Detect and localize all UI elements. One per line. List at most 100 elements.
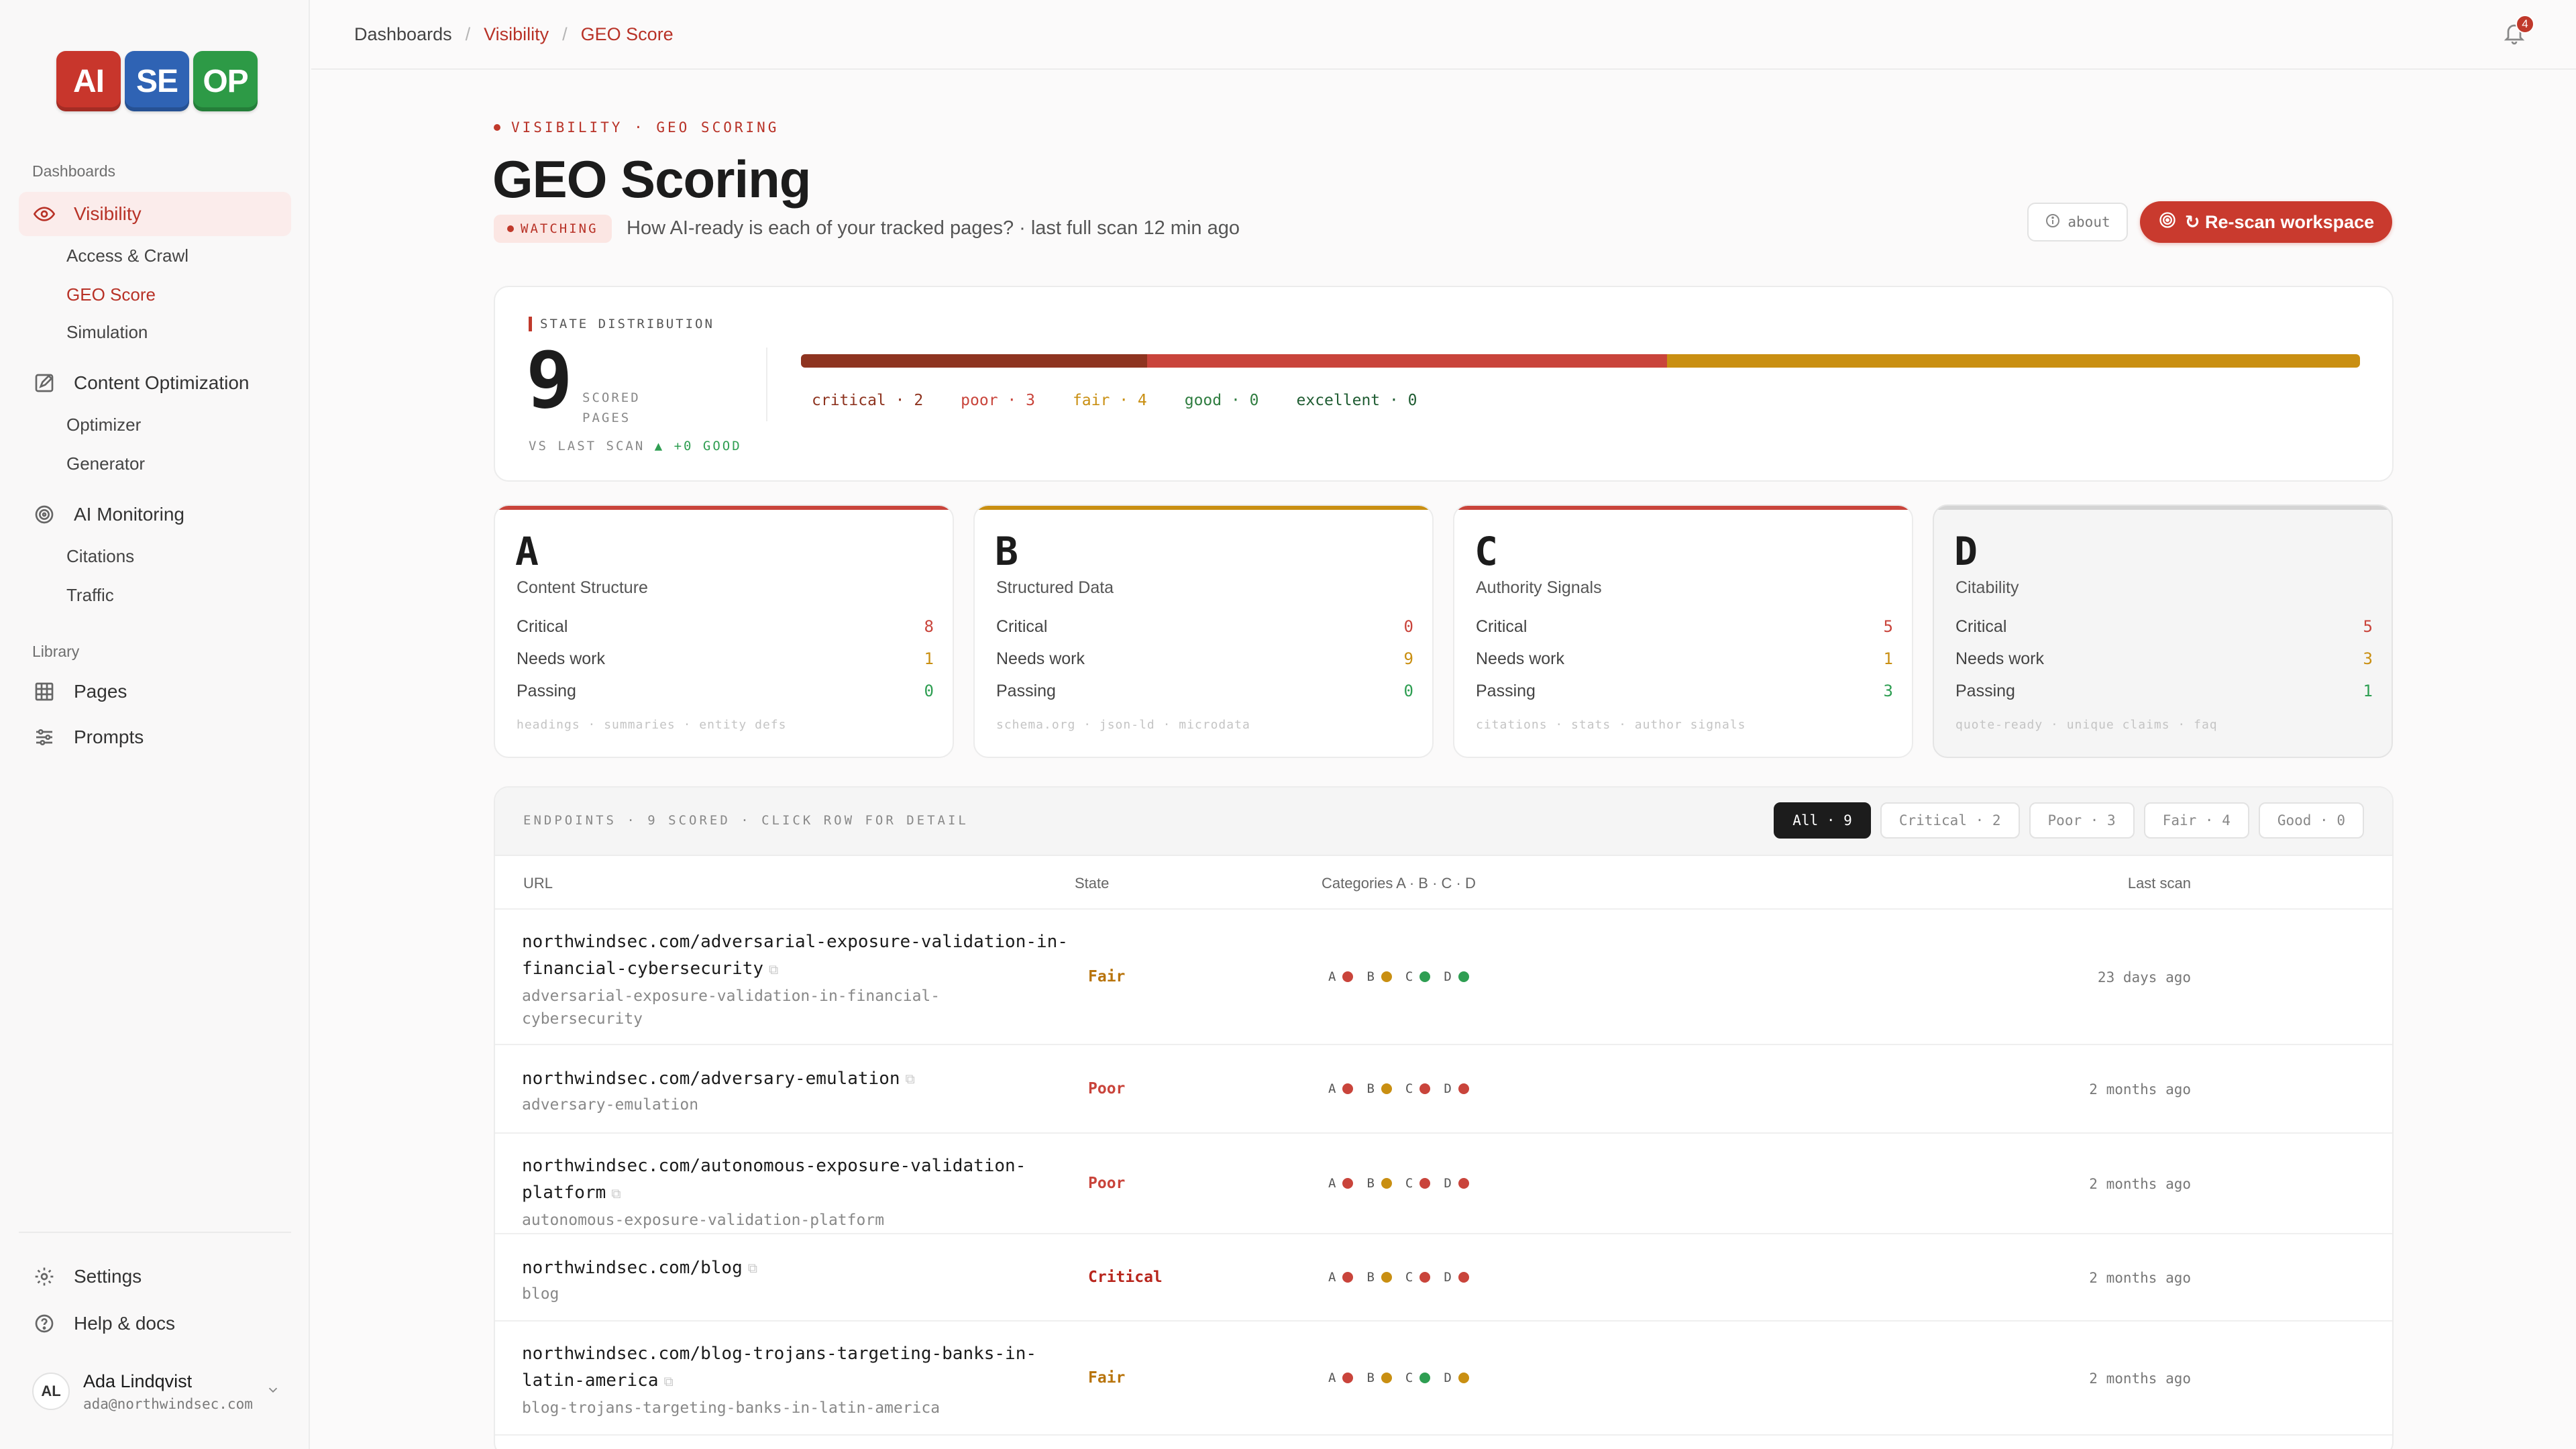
legend-critical[interactable]: critical · 2 (812, 392, 923, 409)
category-status-dot (1342, 1178, 1354, 1189)
endpoint-slug: autonomous-exposure-validation-platform (522, 1209, 1072, 1232)
endpoint-url[interactable]: northwindsec.com/adversarial-exposure-va… (522, 928, 1072, 983)
sidebar-item-prompts[interactable]: Prompts (19, 715, 291, 759)
sidebar-item-visibility[interactable]: Visibility (19, 192, 291, 236)
external-link-icon[interactable]: ⧉ (748, 1254, 757, 1281)
category-passing-count: 3 (1883, 682, 1893, 700)
category-dots: A B C D (1328, 1081, 1483, 1096)
breadcrumb-geo-score: GEO Score (580, 23, 674, 44)
sidebar-item-content-optimization[interactable]: Content Optimization (19, 361, 291, 405)
breadcrumb-dashboards[interactable]: Dashboards (354, 24, 452, 45)
status-dot-icon (494, 124, 500, 131)
sidebar-item-citations[interactable]: Citations (66, 546, 134, 567)
notifications-button[interactable]: 4 (2502, 15, 2534, 50)
external-link-icon[interactable]: ⧉ (664, 1373, 674, 1389)
category-status-dot (1419, 1373, 1431, 1383)
accent-bar (529, 317, 532, 331)
category-row-label: Critical (517, 617, 568, 636)
category-letter: A (515, 529, 539, 574)
legend-good[interactable]: good · 0 (1185, 392, 1259, 409)
table-row[interactable]: northwindsec.com/adversary-emulation ⧉ a… (495, 1044, 2392, 1132)
radar-icon (32, 502, 56, 527)
endpoint-url[interactable]: northwindsec.com/blog ⧉ (522, 1254, 1072, 1281)
sidebar-item-settings[interactable]: Settings (19, 1254, 291, 1299)
sidebar-item-help[interactable]: Help & docs (19, 1301, 291, 1346)
category-status-dot (1458, 971, 1469, 982)
external-link-icon[interactable]: ⧉ (906, 1065, 915, 1092)
legend-poor[interactable]: poor · 3 (961, 392, 1035, 409)
sidebar-item-generator[interactable]: Generator (66, 453, 145, 474)
filter-chip[interactable]: Critical · 2 (1880, 802, 2020, 839)
table-row[interactable]: northwindsec.com/adversarial-exposure-va… (495, 908, 2392, 1044)
state-badge: Fair (1088, 1369, 1126, 1387)
state-badge: Critical (1088, 1269, 1163, 1286)
category-card-a[interactable]: A Content Structure Critical 8 Needs wor… (494, 504, 954, 758)
sidebar-item-optimizer[interactable]: Optimizer (66, 415, 141, 435)
filter-chip[interactable]: Poor · 3 (2029, 802, 2135, 839)
category-hint: schema.org · json-ld · microdata (996, 718, 1250, 732)
user-menu[interactable]: AL Ada Lindqvist ada@northwindsec.com (32, 1364, 280, 1418)
column-header-state[interactable]: State (1075, 875, 1109, 892)
category-card-c[interactable]: C Authority Signals Critical 5 Needs wor… (1453, 504, 1913, 758)
sidebar: AI SE OP Dashboards Visibility Access & … (0, 0, 310, 1449)
page-eyebrow: VISIBILITY · GEO SCORING (494, 119, 779, 136)
category-status-dot (1419, 971, 1431, 982)
sidebar-item-traffic[interactable]: Traffic (66, 585, 114, 606)
sidebar-item-simulation[interactable]: Simulation (66, 322, 148, 343)
category-row-passing: Passing 0 (996, 682, 1413, 701)
sidebar-item-label: Pages (74, 681, 127, 702)
category-critical-count: 0 (1403, 617, 1413, 636)
endpoint-url[interactable]: northwindsec.com/adversary-emulation ⧉ (522, 1065, 1072, 1092)
category-row-passing: Passing 0 (517, 682, 934, 701)
endpoint-slug-line: adversarial-exposure-validation-in-finan… (522, 987, 941, 1005)
page-eyebrow-text: VISIBILITY · GEO SCORING (511, 119, 780, 136)
app-logo[interactable]: AI SE OP (56, 51, 258, 111)
category-dot-label: C (1405, 1270, 1413, 1285)
column-header-url[interactable]: URL (523, 875, 553, 892)
vs-last-scan: VS LAST SCAN ▲ +0 GOOD (529, 439, 742, 453)
about-button[interactable]: about (2027, 203, 2128, 241)
endpoint-slug: adversary-emulation (522, 1093, 1072, 1116)
category-status-dot (1419, 1083, 1431, 1094)
endpoint-url-line: latin-america ⧉ (522, 1371, 674, 1391)
category-name: Content Structure (517, 578, 648, 597)
endpoints-table: ENDPOINTS · 9 SCORED · CLICK ROW FOR DET… (494, 786, 2394, 1449)
scored-pages-count: 9 (526, 335, 573, 426)
filter-chip[interactable]: All · 9 (1774, 802, 1871, 839)
category-row-label: Critical (1476, 617, 1527, 636)
sidebar-item-ai-monitoring[interactable]: AI Monitoring (19, 492, 291, 537)
category-dots: A B C D (1328, 1270, 1483, 1285)
sidebar-item-geo-score[interactable]: GEO Score (66, 284, 156, 305)
category-row-critical: Critical 0 (996, 617, 1413, 637)
legend-fair[interactable]: fair · 4 (1073, 392, 1147, 409)
state-distribution-bar (801, 354, 2360, 368)
category-row-passing: Passing 3 (1476, 682, 1893, 701)
endpoint-url[interactable]: northwindsec.com/blog-trojans-targeting-… (522, 1340, 1072, 1395)
category-status-dot (1458, 1178, 1469, 1189)
category-row-needs-work: Needs work 9 (996, 649, 1413, 669)
filter-chip[interactable]: Fair · 4 (2143, 802, 2249, 839)
category-needs-count: 1 (1883, 649, 1893, 668)
table-row[interactable]: northwindsec.com/blog ⧉ blog Critical A B… (495, 1233, 2392, 1320)
rescan-workspace-button[interactable]: ↻ Re-scan workspace (2140, 201, 2392, 243)
external-link-icon[interactable]: ⧉ (611, 1185, 621, 1201)
avatar: AL (32, 1373, 70, 1410)
sliders-icon (32, 725, 56, 749)
bell-icon (2502, 24, 2526, 50)
category-card-b[interactable]: B Structured Data Critical 0 Needs work … (973, 504, 1434, 758)
table-row[interactable]: northwindsec.com/blog-trojans-targeting-… (495, 1320, 2392, 1434)
category-dot-label: B (1366, 1176, 1375, 1191)
legend-excellent[interactable]: excellent · 0 (1297, 392, 1417, 409)
filter-chip[interactable]: Good · 0 (2258, 802, 2364, 839)
sidebar-item-access-crawl[interactable]: Access & Crawl (66, 246, 189, 266)
table-row[interactable]: northwindsec.com/autonomous-exposure-val… (495, 1132, 2392, 1233)
category-card-d[interactable]: D Citability Critical 5 Needs work 3 Pas… (1933, 504, 2393, 758)
breadcrumb-visibility[interactable]: Visibility (484, 24, 549, 45)
endpoint-url[interactable]: northwindsec.com/autonomous-exposure-val… (522, 1152, 1072, 1207)
external-link-icon[interactable]: ⧉ (769, 961, 778, 977)
sidebar-item-pages[interactable]: Pages (19, 669, 291, 714)
column-header-last-scan[interactable]: Last scan (2128, 875, 2191, 892)
category-status-dot (1342, 1083, 1354, 1094)
sidebar-item-label: Content Optimization (74, 372, 250, 393)
column-header-categories: Categories A · B · C · D (1322, 875, 1476, 892)
